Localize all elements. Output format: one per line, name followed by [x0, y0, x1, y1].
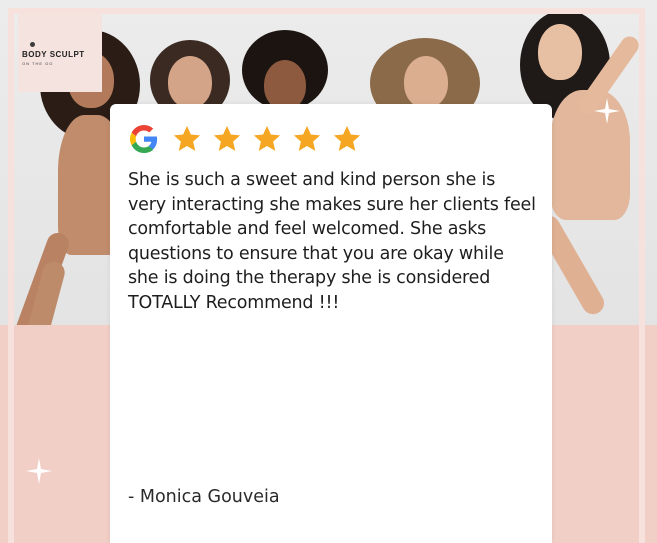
google-g-icon	[130, 125, 158, 153]
star-icon	[213, 125, 241, 151]
brand-tagline: ON THE GO	[22, 61, 54, 66]
brand-name: BODY SCULPT	[22, 50, 85, 59]
sparkle-icon	[26, 458, 52, 484]
review-author: - Monica Gouveia	[128, 487, 280, 507]
rating-row	[130, 124, 362, 154]
brand-logo: BODY SCULPT ON THE GO	[18, 14, 102, 92]
star-icon	[333, 125, 361, 151]
star-icon	[253, 125, 281, 151]
star-icon	[293, 125, 321, 151]
sparkle-icon	[594, 98, 620, 124]
review-text: She is such a sweet and kind person she …	[128, 170, 536, 313]
star-rating	[172, 124, 362, 154]
logo-dot	[30, 42, 35, 47]
review-card: She is such a sweet and kind person she …	[110, 104, 552, 543]
star-icon	[173, 125, 201, 151]
